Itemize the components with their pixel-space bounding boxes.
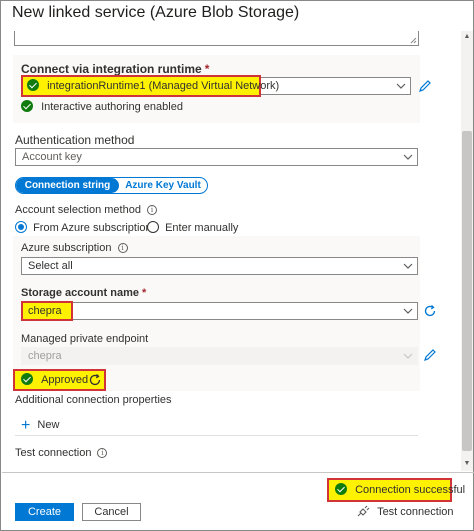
subscription-value: Select all xyxy=(28,260,73,272)
radio-from-subscription-label: From Azure subscription xyxy=(33,222,152,234)
interactive-authoring-status: Interactive authoring enabled xyxy=(21,100,183,113)
account-selection-label-text: Account selection method xyxy=(15,204,141,216)
refresh-icon[interactable] xyxy=(88,373,102,387)
account-selection-label: Account selection method i xyxy=(15,204,157,216)
success-check-icon xyxy=(21,373,33,385)
endpoint-status-text: Approved xyxy=(41,374,89,386)
endpoint-status: Approved xyxy=(21,373,88,387)
runtime-value: integrationRuntime1 (Managed Virtual Net… xyxy=(27,79,279,93)
section-divider xyxy=(15,435,418,436)
additional-properties-label: Additional connection properties xyxy=(15,394,172,406)
plug-icon xyxy=(357,505,370,517)
required-mark: * xyxy=(141,287,147,299)
description-textarea[interactable] xyxy=(14,31,419,46)
chevron-down-icon xyxy=(403,263,413,269)
test-connection-button[interactable]: Test connection xyxy=(356,505,454,518)
info-icon[interactable]: i xyxy=(117,243,128,253)
success-check-icon xyxy=(21,100,33,112)
connection-type-toggle: Connection string Azure Key Vault xyxy=(15,177,208,194)
scrollbar-thumb[interactable] xyxy=(462,131,472,451)
scroll-up-icon[interactable]: ▲ xyxy=(462,32,472,42)
runtime-label-text: Connect via integration runtime xyxy=(21,62,202,76)
radio-button[interactable] xyxy=(147,221,159,233)
storage-account-dropdown[interactable] xyxy=(21,302,418,320)
chevron-down-icon xyxy=(403,308,413,314)
cancel-button[interactable]: Cancel xyxy=(82,503,141,521)
test-connection-button-label: Test connection xyxy=(377,506,454,518)
required-mark: * xyxy=(204,62,210,76)
connection-status: Connection successful xyxy=(335,483,465,497)
linked-service-panel: New linked service (Azure Blob Storage) … xyxy=(0,0,474,531)
tab-azure-key-vault[interactable]: Azure Key Vault xyxy=(119,178,207,193)
scroll-down-icon[interactable]: ▼ xyxy=(462,459,472,469)
interactive-authoring-text: Interactive authoring enabled xyxy=(41,101,183,113)
storage-account-value: chepra xyxy=(28,305,62,317)
connection-status-text: Connection successful xyxy=(355,484,466,496)
private-endpoint-label: Managed private endpoint xyxy=(21,333,149,345)
auth-method-label: Authentication method xyxy=(15,133,135,147)
success-check-icon xyxy=(335,483,347,495)
add-property-button[interactable]: + New xyxy=(21,417,59,435)
form-scroll-area[interactable]: Connect via integration runtime * integra… xyxy=(2,31,460,471)
radio-button-selected[interactable] xyxy=(15,221,27,233)
runtime-value-text: integrationRuntime1 (Managed Virtual Net… xyxy=(47,80,280,92)
create-button[interactable]: Create xyxy=(15,503,74,521)
chevron-down-icon xyxy=(403,154,413,160)
test-connection-label: Test connection i xyxy=(15,447,108,459)
private-endpoint-dropdown: chepra xyxy=(21,347,418,365)
radio-from-subscription[interactable]: From Azure subscription xyxy=(15,221,152,234)
info-icon[interactable]: i xyxy=(97,448,108,458)
chevron-down-icon xyxy=(403,353,413,359)
radio-enter-manually-label: Enter manually xyxy=(165,222,239,234)
success-check-icon xyxy=(27,79,39,91)
private-endpoint-value: chepra xyxy=(28,350,62,362)
subscription-dropdown[interactable]: Select all xyxy=(21,257,418,275)
plus-icon: + xyxy=(21,417,31,434)
add-property-label: New xyxy=(37,419,60,431)
resize-grip-icon[interactable] xyxy=(410,37,417,44)
subscription-label-text: Azure subscription xyxy=(21,242,112,254)
panel-title: New linked service (Azure Blob Storage) xyxy=(12,4,300,21)
refresh-icon[interactable] xyxy=(423,304,437,318)
subscription-label: Azure subscription i xyxy=(21,242,128,254)
auth-method-dropdown[interactable]: Account key xyxy=(15,148,418,166)
test-connection-label-text: Test connection xyxy=(15,447,92,459)
runtime-label: Connect via integration runtime * xyxy=(21,62,209,76)
radio-enter-manually[interactable]: Enter manually xyxy=(147,221,238,234)
auth-method-value: Account key xyxy=(22,151,82,163)
info-icon[interactable]: i xyxy=(146,205,157,215)
tab-connection-string[interactable]: Connection string xyxy=(16,178,119,193)
storage-account-label: Storage account name * xyxy=(21,287,146,299)
edit-pencil-icon[interactable] xyxy=(423,348,437,362)
footer-divider xyxy=(2,472,474,473)
storage-account-label-text: Storage account name xyxy=(21,287,139,299)
edit-pencil-icon[interactable] xyxy=(418,79,432,93)
chevron-down-icon xyxy=(396,83,406,89)
